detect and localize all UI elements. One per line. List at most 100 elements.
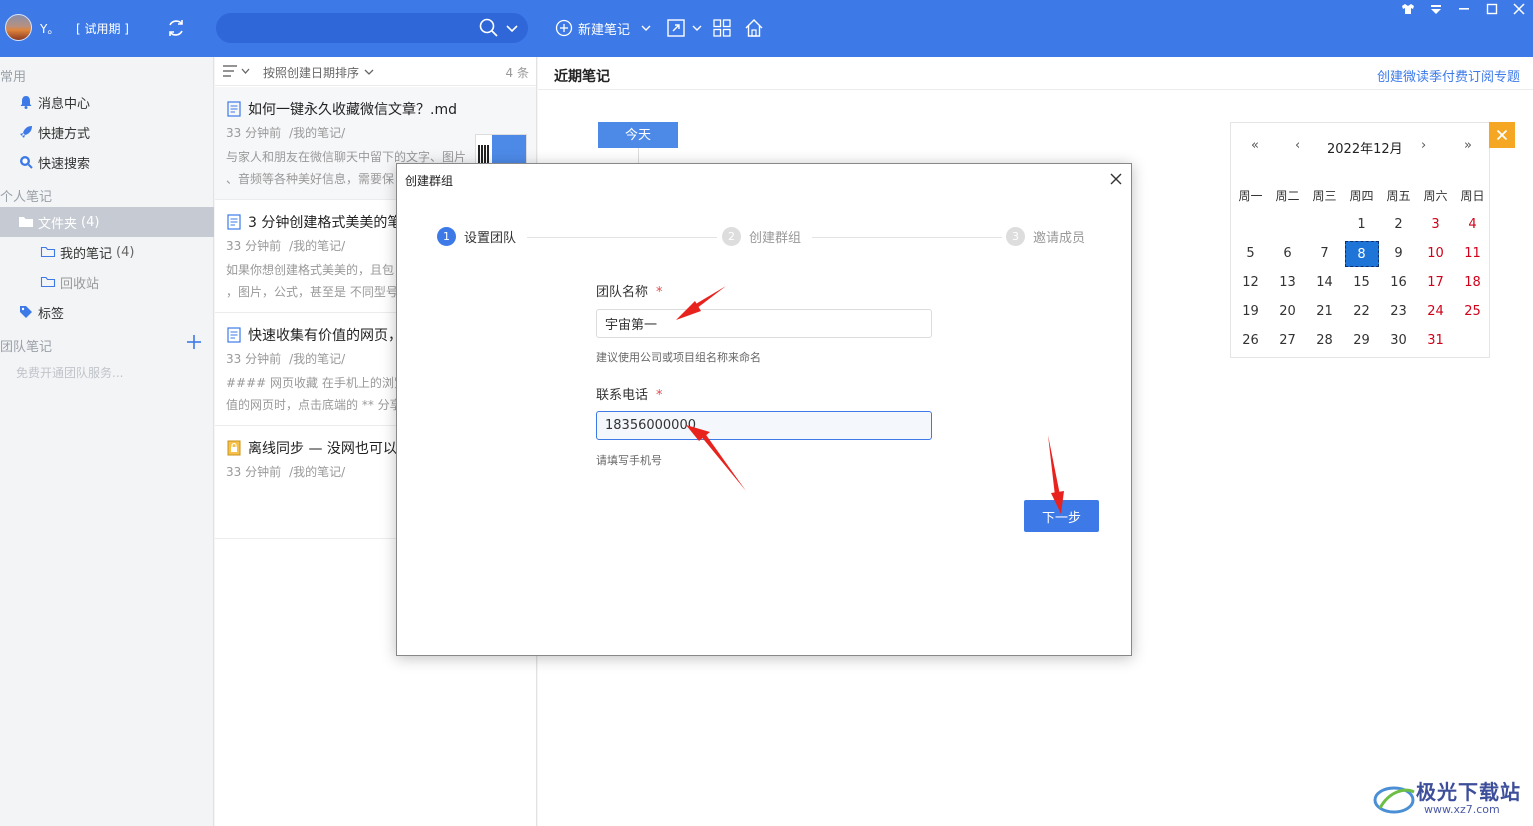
rocket-icon	[20, 126, 32, 138]
step-label: 创建群组	[749, 231, 802, 246]
calendar-day[interactable]: 12	[1232, 268, 1269, 297]
close-icon[interactable]	[1511, 2, 1527, 16]
note-meta: 33 分钟前/我的笔记/	[226, 463, 353, 480]
prev-month-button[interactable]: ‹	[1295, 138, 1300, 153]
folder-icon	[40, 246, 56, 258]
next-month-button[interactable]: ›	[1421, 138, 1426, 153]
calendar-day[interactable]: 1	[1343, 210, 1380, 239]
calendar-day[interactable]: 29	[1343, 326, 1380, 355]
plus-circle-icon	[555, 19, 573, 37]
grid-icon[interactable]	[711, 17, 733, 39]
note-title: 离线同步 — 没网也可以	[248, 441, 397, 457]
calendar-day[interactable]: 17	[1417, 268, 1454, 297]
team-service-link[interactable]: 免费开通团队服务...	[16, 364, 123, 381]
calendar-day[interactable]: 27	[1269, 326, 1306, 355]
calendar-day[interactable]: 6	[1269, 239, 1306, 268]
sidebar-item-label: 快捷方式	[38, 126, 91, 142]
calendar-day[interactable]: 15	[1343, 268, 1380, 297]
home-icon[interactable]	[743, 17, 765, 39]
calendar-day[interactable]: 16	[1380, 268, 1417, 297]
calendar-day[interactable]: 4	[1454, 210, 1491, 239]
calendar-close-button[interactable]	[1489, 122, 1515, 148]
chevron-down-icon[interactable]	[363, 66, 375, 78]
today-button[interactable]: 今天	[598, 122, 678, 148]
calendar-day[interactable]: 30	[1380, 326, 1417, 355]
chevron-down-icon[interactable]	[690, 17, 704, 39]
calendar-day[interactable]: 31	[1417, 326, 1454, 355]
calendar-grid: 周一 周二 周三 周四 周五 周六 周日 1 2 3 4 5 6 7 8 9 10 11 12 13 14 15 16 17 1…	[1231, 181, 1491, 355]
calendar-day[interactable]: 13	[1269, 268, 1306, 297]
note-time: 33 分钟前	[226, 352, 282, 366]
calendar-day[interactable]: 3	[1417, 210, 1454, 239]
calendar-day[interactable]: 10	[1417, 239, 1454, 268]
sidebar-item-recycle-bin[interactable]: 回收站	[0, 267, 214, 297]
calendar-day[interactable]: 2	[1380, 210, 1417, 239]
calendar-day[interactable]: 25	[1454, 297, 1491, 326]
sidebar-item-folders[interactable]: 文件夹 (4)	[0, 207, 214, 237]
calendar-day[interactable]: 19	[1232, 297, 1269, 326]
maximize-icon[interactable]	[1484, 2, 1500, 16]
calendar-day[interactable]: 9	[1380, 239, 1417, 268]
document-icon	[227, 214, 241, 230]
calendar-day[interactable]: 21	[1306, 297, 1343, 326]
new-note-button[interactable]: 新建笔记	[555, 17, 653, 39]
my-notes-count: (4)	[116, 244, 135, 260]
chevron-down-icon[interactable]	[504, 20, 520, 36]
note-meta: 33 分钟前/我的笔记/	[226, 237, 353, 254]
step-create-group: 2 创建群组	[722, 227, 801, 246]
team-name-label-text: 团队名称	[596, 285, 649, 300]
avatar[interactable]	[5, 14, 32, 41]
step-number: 3	[1006, 227, 1025, 246]
calendar-day[interactable]: 28	[1306, 326, 1343, 355]
step-invite-members: 3 邀请成员	[1006, 227, 1085, 246]
watermark-text: 极光下载站	[1416, 780, 1521, 804]
sidebar-item-my-notes[interactable]: 我的笔记 (4)	[0, 237, 214, 267]
note-list-header: 按照创建日期排序 4 条	[215, 57, 536, 86]
calendar-week-row: 1234	[1232, 210, 1491, 239]
calendar-day[interactable]: 5	[1232, 239, 1269, 268]
subscription-link[interactable]: 创建微读季付费订阅专题	[1377, 66, 1520, 85]
sidebar-item-label: 快速搜索	[38, 156, 91, 172]
sidebar-item-messages[interactable]: 消息中心	[0, 87, 214, 117]
calendar-day[interactable]: 22	[1343, 297, 1380, 326]
menu-icon[interactable]	[1428, 2, 1444, 16]
calendar-day[interactable]: 11	[1454, 239, 1491, 268]
calendar-weekday: 周二	[1275, 189, 1300, 203]
sort-icon[interactable]	[221, 63, 251, 79]
step-number: 2	[722, 227, 741, 246]
add-team-icon[interactable]	[185, 333, 203, 351]
username[interactable]: Y。	[40, 20, 59, 37]
calendar-day[interactable]: 18	[1454, 268, 1491, 297]
folder-count: (4)	[81, 214, 100, 230]
calendar-day[interactable]: 7	[1306, 239, 1343, 268]
sidebar-item-tags[interactable]: 标签	[0, 297, 214, 327]
calendar-day[interactable]: 8	[1343, 239, 1380, 268]
sort-dropdown[interactable]: 按照创建日期排序	[263, 64, 359, 81]
prev-year-button[interactable]: «	[1251, 138, 1259, 153]
sync-icon[interactable]	[165, 17, 187, 39]
sidebar-item-label: 我的笔记	[60, 246, 113, 262]
top-bar: Y。 [ 试用期 ] 新建笔记	[0, 0, 1533, 57]
skin-icon[interactable]	[1400, 2, 1416, 16]
minimize-icon[interactable]	[1456, 2, 1472, 16]
sidebar-item-quick-search[interactable]: 快速搜索	[0, 147, 214, 177]
close-icon[interactable]	[1107, 170, 1125, 188]
folder-icon	[40, 276, 56, 288]
team-name-input[interactable]	[596, 309, 932, 338]
trial-badge[interactable]: [ 试用期 ]	[76, 20, 129, 37]
calendar-day[interactable]: 23	[1380, 297, 1417, 326]
next-step-button[interactable]: 下一步	[1024, 500, 1099, 532]
sidebar-item-shortcuts[interactable]: 快捷方式	[0, 117, 214, 147]
folder-icon	[19, 217, 33, 227]
phone-input[interactable]	[596, 411, 932, 440]
note-path: /我的笔记/	[289, 126, 346, 140]
search-icon[interactable]	[478, 17, 500, 39]
calendar-day[interactable]: 26	[1232, 326, 1269, 355]
next-year-button[interactable]: »	[1464, 138, 1472, 153]
calendar-day[interactable]: 24	[1417, 297, 1454, 326]
note-title: 快速收集有价值的网页，	[248, 328, 402, 344]
calendar-day[interactable]: 14	[1306, 268, 1343, 297]
calendar-day[interactable]: 20	[1269, 297, 1306, 326]
page-title: 近期笔记	[554, 69, 610, 85]
expand-icon[interactable]	[665, 17, 687, 39]
